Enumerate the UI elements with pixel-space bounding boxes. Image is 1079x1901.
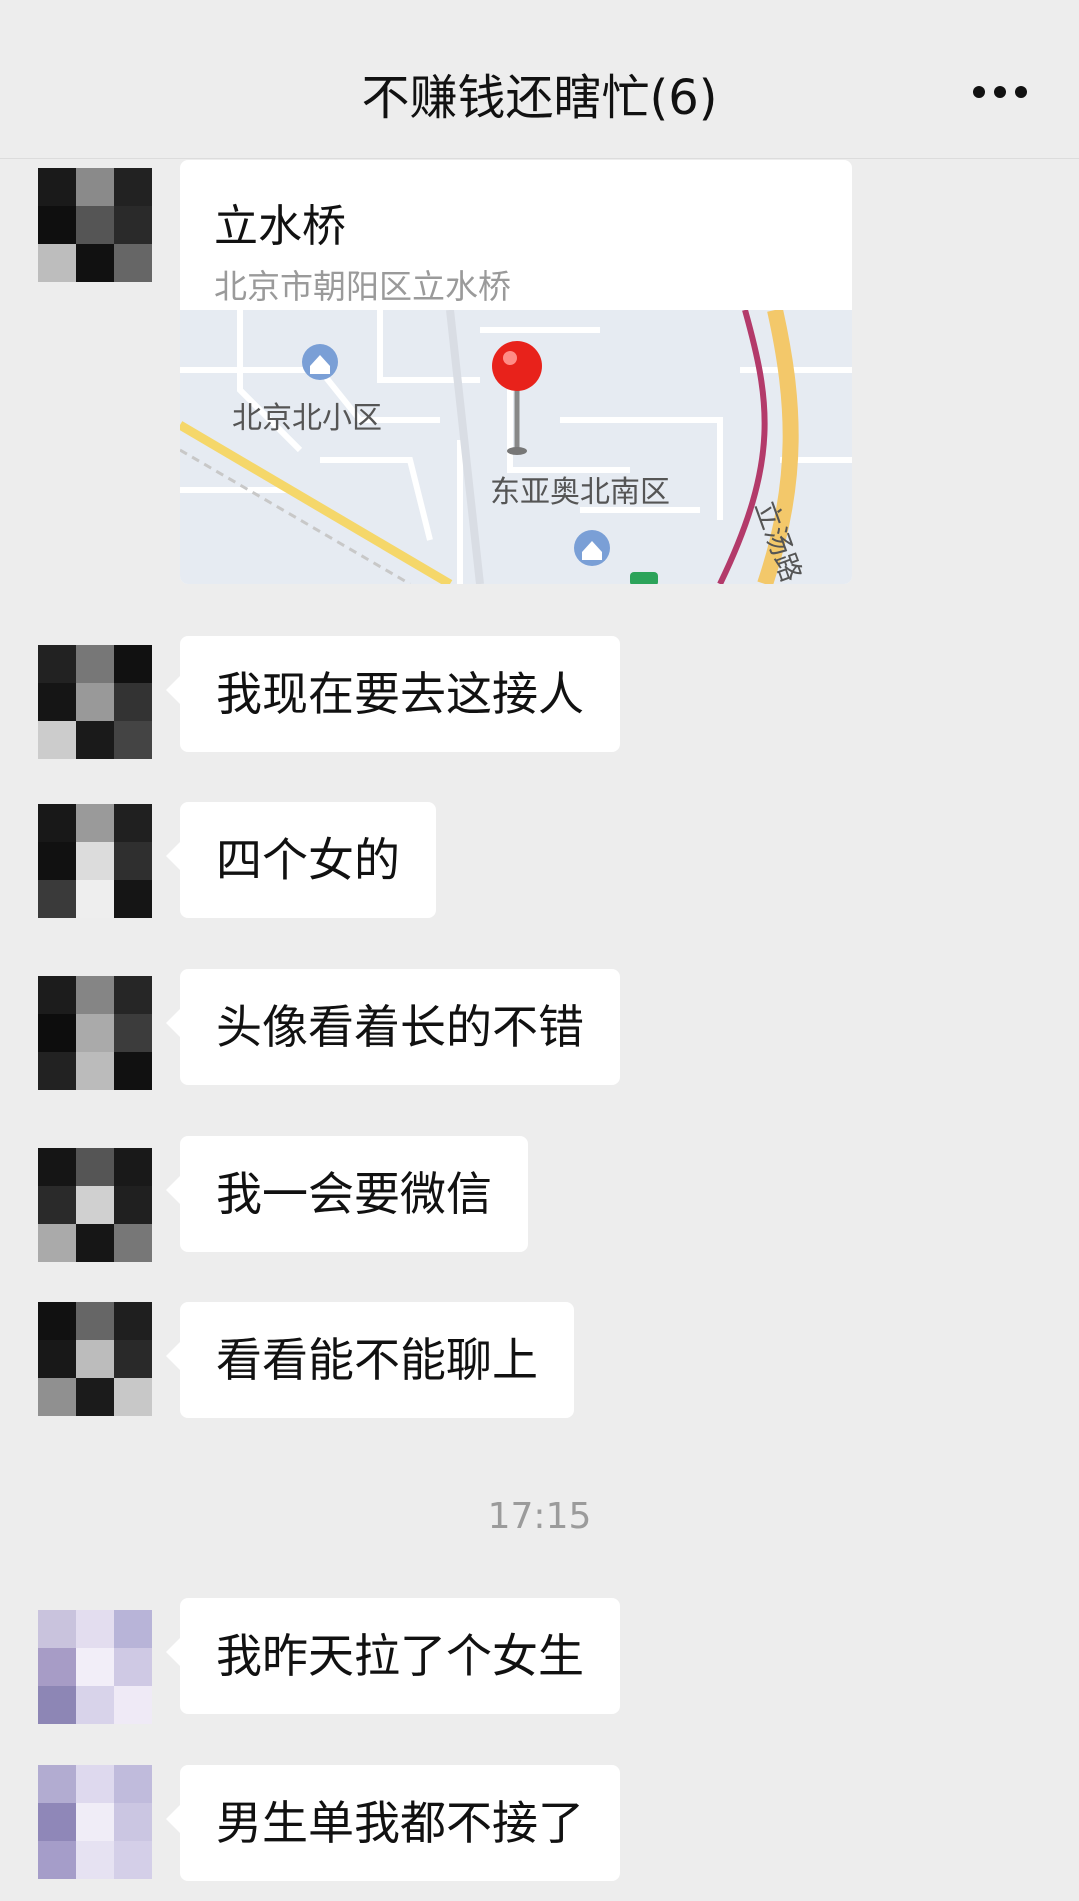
message-bubble[interactable]: 男生单我都不接了 [166,1765,620,1881]
location-name: 立水桥 [214,201,346,252]
message-timestamp: 17:15 [487,1496,592,1537]
message-bubble[interactable]: 看看能不能聊上 [166,1302,574,1418]
map-label-north: 北京北小区 [232,401,382,436]
message-bubble[interactable]: 四个女的 [166,802,436,918]
avatar[interactable] [38,645,152,759]
avatar[interactable] [38,1765,152,1879]
chat-header: 不赚钱还瞎忙(6) [0,0,1079,159]
avatar[interactable] [38,804,152,918]
message-bubble[interactable]: 我昨天拉了个女生 [166,1598,620,1714]
location-map[interactable]: 北京北小区 东亚奥北南区 立汤路 [180,310,852,584]
more-dots-icon[interactable] [973,86,1027,98]
avatar[interactable] [38,1610,152,1724]
map-label-east: 东亚奥北南区 [490,475,670,510]
message-bubble[interactable]: 我现在要去这接人 [166,636,620,752]
avatar[interactable] [38,1148,152,1262]
location-card[interactable]: 立水桥 北京市朝阳区立水桥 北京北小区 东亚奥北南区 立汤路 [180,160,852,584]
chat-title: 不赚钱还瞎忙(6) [361,70,718,126]
chat-screen: 不赚钱还瞎忙(6) 立水桥 北京市朝阳区立水桥 北京北小区 东亚奥北南区 立汤路… [0,0,1079,1901]
message-bubble[interactable]: 头像看着长的不错 [166,969,620,1085]
avatar[interactable] [38,1302,152,1416]
location-address: 北京市朝阳区立水桥 [214,267,511,306]
message-bubble[interactable]: 我一会要微信 [166,1136,528,1252]
avatar[interactable] [38,168,152,282]
avatar[interactable] [38,976,152,1090]
